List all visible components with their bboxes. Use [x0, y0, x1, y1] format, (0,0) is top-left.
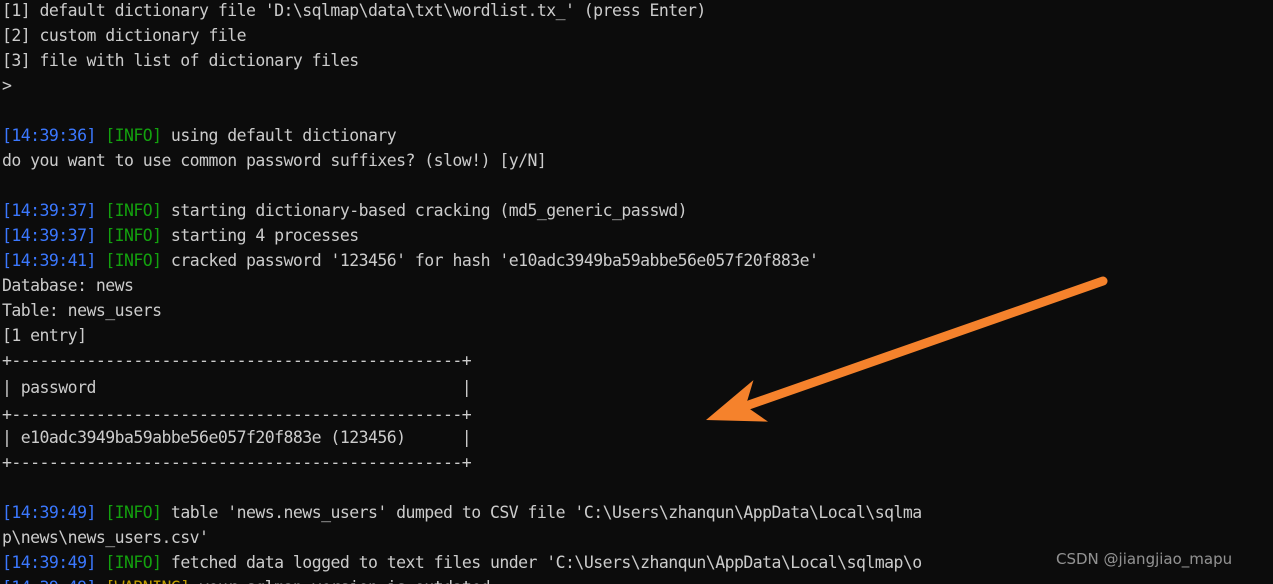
annotation-arrow-head — [706, 380, 769, 422]
terminal-line-question: do you want to use common password suffi… — [2, 151, 547, 170]
dump-table-label: Table: news_users — [2, 301, 162, 320]
log-message: using default dictionary — [161, 126, 397, 145]
log-timestamp: [14:39:49] — [2, 503, 96, 522]
log-level-info: [INFO] — [105, 251, 162, 270]
annotation-arrow-overlay — [706, 276, 1108, 422]
terminal-line-log-2: [14:39:37] [INFO] starting dictionary-ba… — [2, 198, 688, 223]
terminal-input-prompt[interactable]: > — [2, 73, 12, 98]
log-timestamp: [14:39:49] — [2, 578, 96, 584]
terminal-line-log-1: [14:39:36] [INFO] using default dictiona… — [2, 123, 397, 148]
table-border-top: +---------------------------------------… — [2, 351, 472, 370]
terminal-line-option-2: [2] custom dictionary file — [2, 26, 247, 45]
log-level-info: [INFO] — [105, 226, 162, 245]
csdn-watermark: CSDN @jiangjiao_mapu — [1056, 550, 1233, 568]
log-message: starting dictionary-based cracking (md5_… — [161, 201, 688, 220]
log-level-info: [INFO] — [105, 201, 162, 220]
log-timestamp: [14:39:41] — [2, 251, 96, 270]
log-message: starting 4 processes — [161, 226, 359, 245]
table-row: | e10adc3949ba59abbe56e057f20f883e (1234… — [2, 428, 472, 447]
terminal-line-log-3: [14:39:37] [INFO] starting 4 processes — [2, 223, 359, 248]
terminal-line-log-4: [14:39:41] [INFO] cracked password '1234… — [2, 248, 819, 273]
terminal-line-option-1: [1] default dictionary file 'D:\sqlmap\d… — [2, 1, 706, 20]
log-level-info: [INFO] — [105, 126, 162, 145]
log-message: your sqlmap version is outdated — [190, 578, 490, 584]
dump-entry-count: [1 entry] — [2, 326, 87, 345]
annotation-arrow-shaft — [744, 276, 1108, 410]
log-timestamp: [14:39:37] — [2, 201, 96, 220]
table-column-header: | password | — [2, 378, 472, 397]
terminal-line-log-6: [14:39:49] [INFO] fetched data logged to… — [2, 550, 922, 575]
log-message: table 'news.news_users' dumped to CSV fi… — [161, 503, 922, 522]
log-timestamp: [14:39:37] — [2, 226, 96, 245]
annotation-arrow — [706, 276, 1108, 422]
terminal-line-option-3: [3] file with list of dictionary files — [2, 51, 359, 70]
log-message: cracked password '123456' for hash 'e10a… — [161, 251, 819, 270]
table-border-middle: +---------------------------------------… — [2, 405, 472, 424]
terminal-window[interactable]: [1] default dictionary file 'D:\sqlmap\d… — [0, 0, 1273, 584]
terminal-line-log-5: [14:39:49] [INFO] table 'news.news_users… — [2, 500, 922, 525]
terminal-line-log-7: [14:39:49] [WARNING] your sqlmap version… — [2, 575, 491, 584]
dump-database-label: Database: news — [2, 276, 134, 295]
log-level-info: [INFO] — [105, 503, 162, 522]
log-timestamp: [14:39:36] — [2, 126, 96, 145]
log-timestamp: [14:39:49] — [2, 553, 96, 572]
log-message: fetched data logged to text files under … — [161, 553, 922, 572]
terminal-line-log-5-continued: p\news\news_users.csv' — [2, 528, 209, 547]
log-level-warning: [WARNING] — [105, 578, 190, 584]
table-border-bottom: +---------------------------------------… — [2, 453, 472, 472]
log-level-info: [INFO] — [105, 553, 162, 572]
